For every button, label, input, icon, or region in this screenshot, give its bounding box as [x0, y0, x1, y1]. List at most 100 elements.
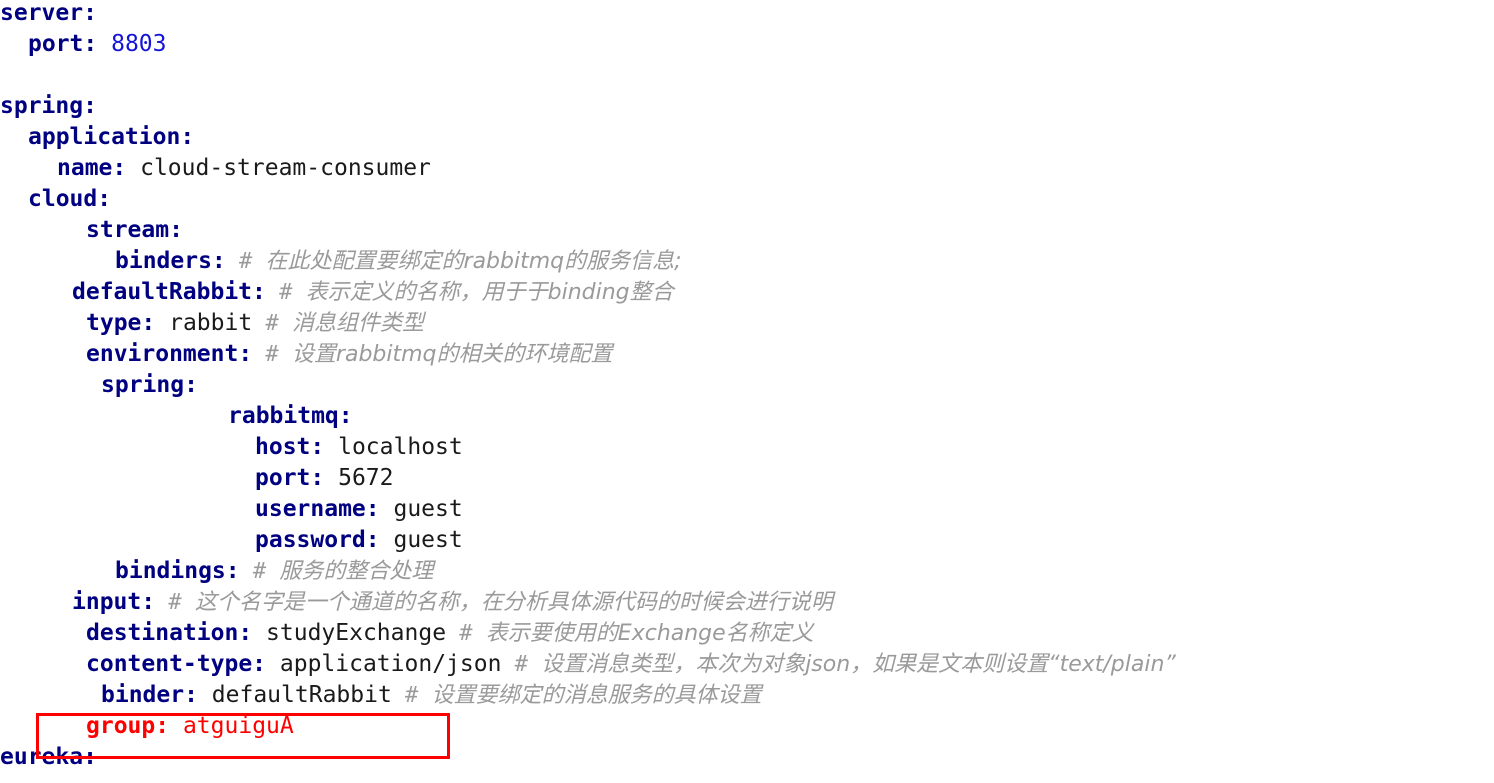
code-line[interactable]: port: 8803	[0, 29, 167, 60]
comment-hash-icon: #	[225, 249, 266, 274]
code-line[interactable]: rabbitmq:	[0, 401, 353, 432]
yaml-key: bindings:	[115, 558, 240, 584]
code-line[interactable]: binder: defaultRabbit # 设置要绑定的消息服务的具体设置	[0, 680, 762, 711]
yaml-value: guest	[393, 496, 463, 522]
yaml-comment: # 在此处配置要绑定的rabbitmq的服务信息;	[226, 249, 682, 274]
yaml-key: port:	[28, 31, 98, 57]
yaml-value: guest	[393, 527, 463, 553]
yaml-value: atguiguA	[182, 713, 294, 739]
yaml-key: spring:	[101, 372, 198, 398]
comment-hash-icon: #	[265, 280, 306, 305]
code-line[interactable]: application:	[0, 122, 194, 153]
yaml-key: rabbitmq:	[228, 403, 353, 429]
comment-text: 消息组件类型	[291, 311, 424, 336]
code-line[interactable]: server:	[0, 0, 97, 29]
comment-text: 表示定义的名称，用于于binding整合	[305, 280, 674, 305]
yaml-key: eureka:	[0, 744, 97, 770]
yaml-key: host:	[255, 434, 325, 460]
yaml-comment: # 服务的整合处理	[240, 559, 434, 584]
yaml-key: binder:	[101, 682, 198, 708]
comment-hash-icon: #	[155, 590, 195, 615]
yaml-config-editor[interactable]: server: port: 8803 spring: application: n…	[0, 0, 1494, 783]
code-line[interactable]: group: atguiguA	[0, 711, 294, 742]
yaml-key: port:	[255, 465, 325, 491]
yaml-key: input:	[72, 589, 156, 615]
yaml-key: cloud:	[28, 186, 112, 212]
yaml-comment: # 设置消息类型，本次为对象json，如果是文本则设置“text/plain”	[501, 652, 1176, 677]
comment-text: 设置消息类型，本次为对象json，如果是文本则设置“text/plain”	[541, 652, 1176, 677]
comment-hash-icon: #	[252, 311, 292, 336]
yaml-value: studyExchange	[266, 620, 447, 646]
yaml-value: application/json	[279, 651, 502, 677]
code-line[interactable]: port: 5672	[0, 463, 394, 494]
yaml-value: 5672	[338, 465, 394, 491]
yaml-comment: # 设置要绑定的消息服务的具体设置	[392, 683, 762, 708]
comment-hash-icon: #	[501, 652, 542, 677]
code-line[interactable]: spring:	[0, 370, 198, 401]
yaml-value: 8803	[111, 31, 167, 57]
yaml-key: password:	[255, 527, 380, 553]
code-line[interactable]: eureka:	[0, 742, 97, 773]
code-line[interactable]: destination: studyExchange # 表示要使用的Excha…	[0, 618, 814, 649]
code-line[interactable]: input: # 这个名字是一个通道的名称，在分析具体源代码的时候会进行说明	[0, 587, 833, 618]
yaml-key: type:	[86, 310, 156, 336]
yaml-key: stream:	[86, 217, 183, 243]
yaml-comment: # 这个名字是一个通道的名称，在分析具体源代码的时候会进行说明	[155, 590, 833, 615]
yaml-key: content-type:	[86, 651, 267, 677]
code-line[interactable]: password: guest	[0, 525, 463, 556]
yaml-key: defaultRabbit:	[72, 279, 266, 305]
yaml-comment: # 设置rabbitmq的相关的环境配置	[252, 342, 612, 367]
code-line[interactable]: content-type: application/json # 设置消息类型，…	[0, 649, 1176, 680]
yaml-comment: # 消息组件类型	[252, 311, 424, 336]
comment-text: 设置要绑定的消息服务的具体设置	[431, 683, 762, 708]
yaml-key: server:	[0, 0, 97, 26]
code-line[interactable]: stream:	[0, 215, 183, 246]
yaml-key: spring:	[0, 93, 97, 119]
code-line[interactable]: bindings: # 服务的整合处理	[0, 556, 433, 587]
code-line[interactable]: type: rabbit # 消息组件类型	[0, 308, 424, 339]
code-line[interactable]: defaultRabbit: # 表示定义的名称，用于于binding整合	[0, 277, 674, 308]
code-line[interactable]: host: localhost	[0, 432, 463, 463]
code-line[interactable]: username: guest	[0, 494, 463, 525]
yaml-key: group:	[86, 713, 170, 739]
comment-text: 在此处配置要绑定的rabbitmq的服务信息;	[265, 249, 682, 274]
yaml-value: localhost	[338, 434, 463, 460]
comment-hash-icon: #	[446, 621, 486, 646]
code-line[interactable]: name: cloud-stream-consumer	[0, 153, 431, 184]
code-line[interactable]: spring:	[0, 91, 97, 122]
comment-text: 服务的整合处理	[279, 559, 434, 584]
comment-hash-icon: #	[239, 559, 280, 584]
comment-text: 设置rabbitmq的相关的环境配置	[291, 342, 613, 367]
code-line[interactable]: environment: # 设置rabbitmq的相关的环境配置	[0, 339, 613, 370]
code-line[interactable]: binders: # 在此处配置要绑定的rabbitmq的服务信息;	[0, 246, 682, 277]
yaml-key: application:	[28, 124, 195, 150]
comment-text: 表示要使用的Exchange名称定义	[485, 621, 814, 646]
code-line[interactable]: cloud:	[0, 184, 111, 215]
